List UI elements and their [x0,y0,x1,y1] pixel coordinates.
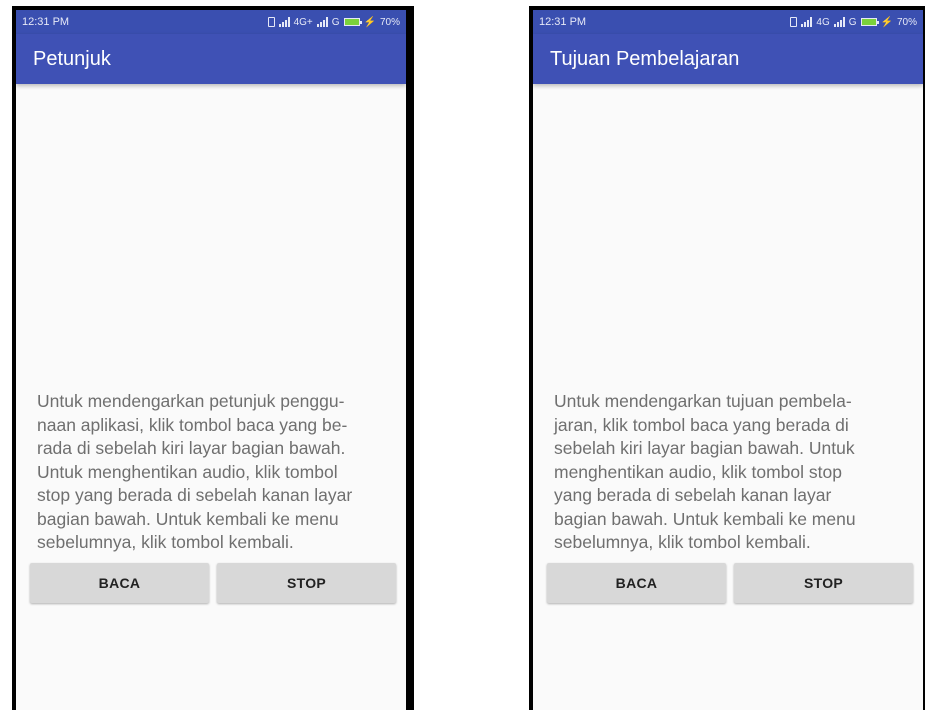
signal-icon [801,17,813,27]
button-row: BACA STOP [547,563,913,603]
network-type-2: G [848,16,857,28]
stop-button[interactable]: STOP [217,563,396,603]
status-icons: 4G G ⚡ 70% [790,17,917,28]
app-bar: Petunjuk [16,34,406,84]
signal-icon [278,17,290,27]
vibrate-icon [267,17,275,27]
stop-button[interactable]: STOP [734,563,913,603]
battery-icon [343,18,362,26]
status-time: 12:31 PM [22,16,70,28]
network-type: 4G [816,16,830,28]
page-title: Tujuan Pembelajaran [550,47,740,70]
button-row: BACA STOP [30,563,396,603]
network-type: 4G+ [293,16,313,28]
battery-icon [860,18,879,26]
status-icons: 4G+ G ⚡ 70% [267,16,400,28]
screen-petunjuk: 12:31 PM 4G+ G ⚡ 70% Petunjuk Untuk mend… [16,10,406,710]
network-type-2: G [331,16,340,28]
instruction-text: Untuk mendengarkan tujuan pembela- jaran… [554,391,856,552]
phone-frame-tujuan: 12:31 PM 4G G ⚡ 70% Tujuan Pembelajaran … [529,6,925,710]
instruction-text: Untuk mendengarkan petunjuk penggu- naan… [37,391,353,552]
status-time: 12:31 PM [539,16,587,28]
app-bar: Tujuan Pembelajaran [533,34,923,84]
baca-button[interactable]: BACA [30,563,209,603]
status-bar: 12:31 PM 4G+ G ⚡ 70% [16,10,406,34]
signal-icon-2 [316,17,328,27]
page-title: Petunjuk [33,47,111,70]
vibrate-icon [790,17,798,27]
phone-frame-petunjuk: 12:31 PM 4G+ G ⚡ 70% Petunjuk Untuk mend… [12,6,414,710]
charging-icon: ⚡ [363,16,376,28]
battery-level: 70% [379,16,400,28]
status-bar: 12:31 PM 4G G ⚡ 70% [533,10,923,34]
signal-icon-2 [833,17,845,27]
screen-tujuan: 12:31 PM 4G G ⚡ 70% Tujuan Pembelajaran … [533,10,923,710]
battery-level: 70% [896,16,917,28]
baca-button[interactable]: BACA [547,563,726,603]
charging-icon: ⚡ [880,16,893,28]
